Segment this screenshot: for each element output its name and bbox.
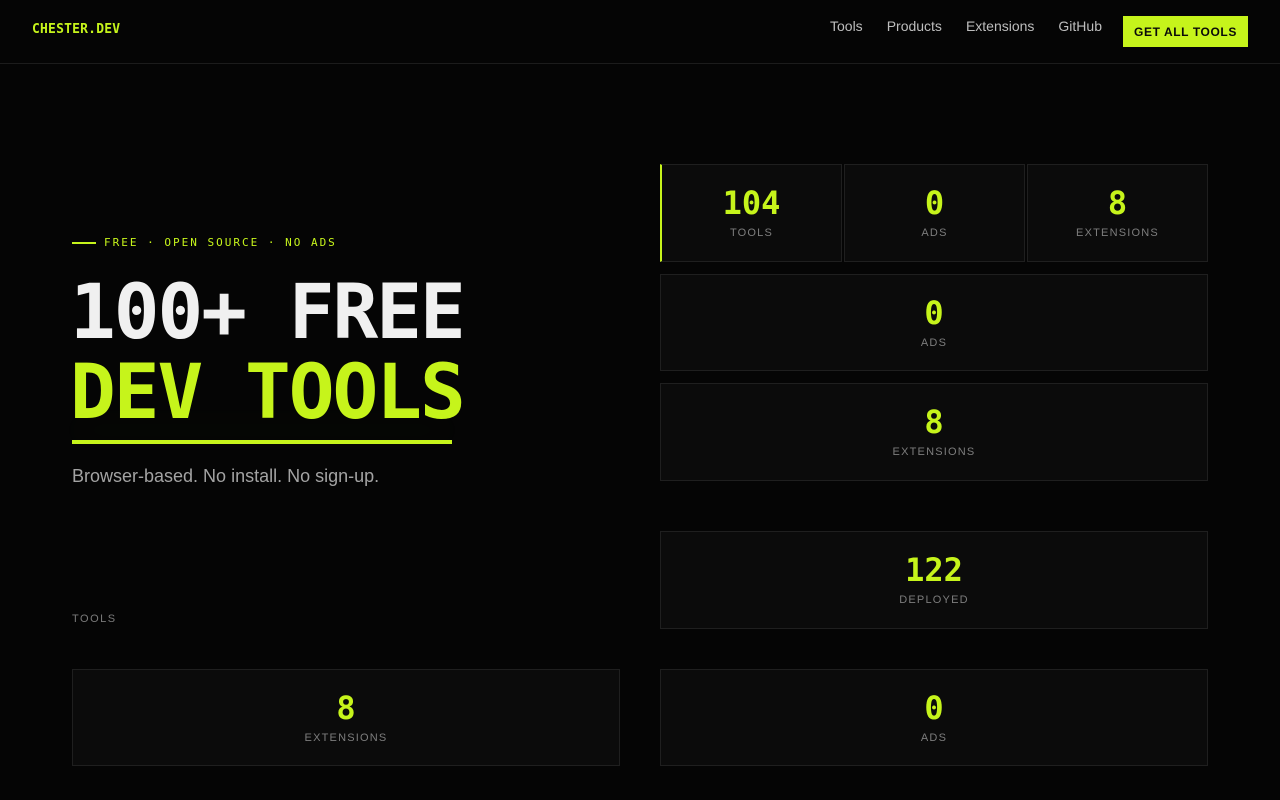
stat-card-deployed: 122 DEPLOYED	[660, 531, 1208, 629]
stat-value: 122	[905, 551, 963, 589]
eyebrow-rule	[72, 241, 96, 244]
stat-label: EXTENSIONS	[1076, 227, 1159, 239]
stat-label: EXTENSIONS	[892, 446, 976, 458]
main-nav: Tools Products Extensions GitHub	[830, 17, 1102, 35]
stat-card-extensions-wide: 8 EXTENSIONS	[660, 383, 1208, 481]
stat-label: EXTENSIONS	[304, 732, 388, 744]
nav-link-extensions[interactable]: Extensions	[966, 17, 1034, 35]
stat-value: 0	[924, 294, 944, 332]
get-all-tools-button[interactable]: GET ALL TOOLS	[1123, 16, 1248, 47]
stat-value: 8	[336, 689, 356, 727]
nav-link-products[interactable]: Products	[887, 17, 942, 35]
stat-label: ADS	[920, 337, 948, 349]
headline-underline	[72, 440, 452, 444]
hero-headline: 100+ FREE DEV TOOLS	[70, 267, 466, 436]
stat-card-extensions-bottom: 8 EXTENSIONS	[72, 669, 620, 766]
site-logo[interactable]: CHESTER.DEV	[32, 22, 120, 37]
stat-card-tools: 104 TOOLS	[660, 164, 842, 262]
hero-eyebrow: FREE · OPEN SOURCE · NO ADS	[72, 236, 337, 249]
stat-value: 0	[924, 689, 944, 727]
tools-section-label: TOOLS	[72, 613, 117, 625]
stat-value: 8	[1107, 184, 1128, 222]
stat-label: DEPLOYED	[899, 594, 969, 606]
eyebrow-text: FREE · OPEN SOURCE · NO ADS	[104, 236, 337, 249]
page: CHESTER.DEV Tools Products Extensions Gi…	[0, 0, 1280, 800]
stat-label: ADS	[920, 732, 948, 744]
stat-value: 104	[722, 184, 781, 222]
stat-label: ADS	[921, 227, 948, 239]
nav-link-tools[interactable]: Tools	[830, 17, 863, 35]
stat-card-ads-wide: 0 ADS	[660, 274, 1208, 371]
stat-card-ads-bottom: 0 ADS	[660, 669, 1208, 766]
headline-line-1: 100+ FREE	[70, 267, 466, 356]
headline-line-2: DEV TOOLS	[70, 347, 466, 436]
stat-card-ads: 0 ADS	[844, 164, 1025, 262]
stat-card-extensions: 8 EXTENSIONS	[1027, 164, 1208, 262]
nav-link-github[interactable]: GitHub	[1058, 17, 1102, 35]
site-header: CHESTER.DEV Tools Products Extensions Gi…	[0, 0, 1280, 64]
stat-label: TOOLS	[729, 227, 774, 239]
stat-value: 8	[924, 403, 944, 441]
stat-value: 0	[924, 184, 945, 222]
hero-subtitle: Browser-based. No install. No sign-up.	[72, 466, 380, 486]
